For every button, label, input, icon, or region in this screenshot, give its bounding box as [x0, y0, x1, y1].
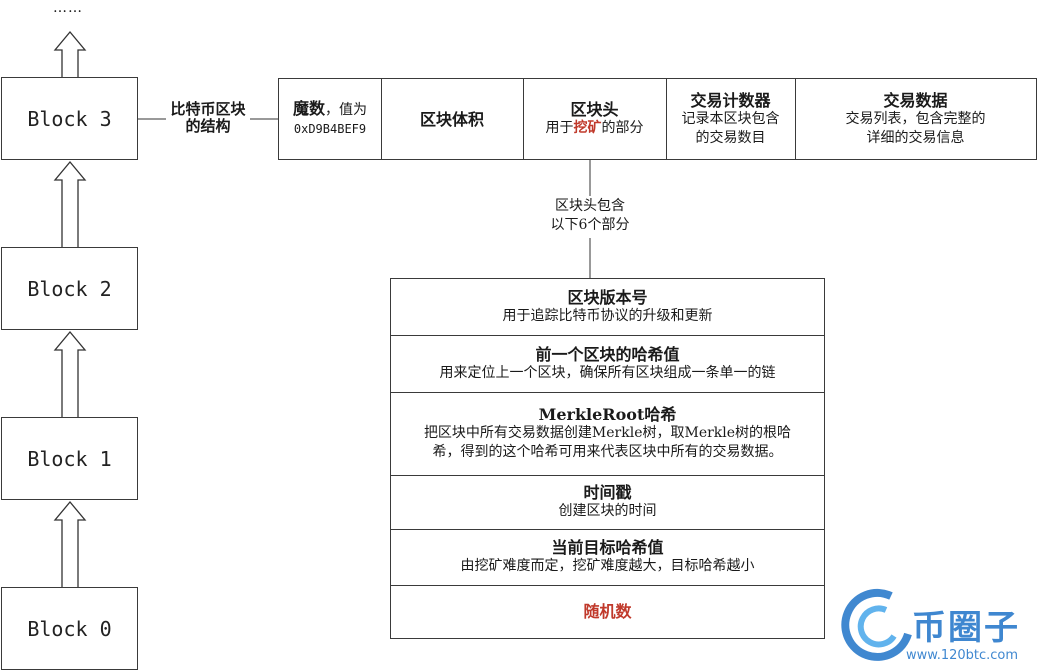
- tx-data-desc-1: 交易列表，包含完整的: [845, 110, 986, 127]
- part-desc: 用于追踪比特币协议的升级和更新: [502, 308, 713, 324]
- tx-counter-title: 交易计数器: [690, 90, 771, 110]
- arrow-block2-to-block3: [53, 160, 87, 247]
- part-title: 前一个区块的哈希值: [535, 344, 680, 364]
- part-title: 当前目标哈希值: [551, 538, 664, 557]
- structure-label-line2: 的结构: [185, 117, 231, 135]
- part-title: MerkleRoot哈希: [538, 405, 677, 424]
- cell-header: 区块头 用于挖矿的部分: [523, 79, 667, 159]
- tx-data-desc-2: 详细的交易信息: [866, 129, 965, 146]
- block-1: Block 1: [1, 417, 138, 500]
- header-desc-suffix: 的部分: [601, 120, 644, 136]
- magic-value: 0xD9B4BEF9: [293, 122, 367, 136]
- watermark: 币圈子 www.120btc.com: [836, 588, 1036, 670]
- arrow-up-top: [53, 30, 87, 77]
- part-nonce: 随机数: [391, 585, 824, 638]
- header-desc-prefix: 用于: [545, 120, 574, 136]
- part-prev-hash: 前一个区块的哈希值 用来定位上一个区块，确保所有区块组成一条单一的链: [391, 335, 824, 393]
- part-version: 区块版本号 用于追踪比特币协议的升级和更新: [391, 279, 824, 336]
- part-desc: 用来定位上一个区块，确保所有区块组成一条单一的链: [439, 364, 776, 381]
- cell-size: 区块体积: [381, 79, 524, 159]
- size-title: 区块体积: [419, 109, 484, 129]
- part-timestamp: 时间戳 创建区块的时间: [391, 475, 824, 530]
- watermark-url: www.120btc.com: [906, 648, 1019, 663]
- block-structure-table: 魔数，值为 0xD9B4BEF9 区块体积 区块头 用于挖矿的部分 交易计数器 …: [278, 78, 1037, 160]
- tx-counter-desc-1: 记录本区块包含: [681, 110, 780, 127]
- magic-title-suffix: ，值为: [325, 102, 367, 118]
- header-title: 区块头: [570, 100, 619, 119]
- watermark-logo-icon: [841, 588, 912, 661]
- header-note: 区块头包含 以下6个部分: [520, 197, 660, 235]
- structure-label: 比特币区块 的结构: [163, 101, 253, 135]
- part-desc: 由挖矿难度而定，挖矿难度越大，目标哈希越小: [460, 558, 755, 574]
- part-title: 区块版本号: [567, 288, 648, 307]
- watermark-brand: 币圈子: [912, 608, 1020, 648]
- header-desc-highlight: 挖矿: [573, 120, 602, 136]
- ellipsis: ……: [53, 0, 83, 16]
- block-0: Block 0: [1, 587, 138, 670]
- header-note-line1: 区块头包含: [555, 198, 625, 214]
- part-title: 时间戳: [583, 483, 632, 502]
- magic-title: 魔数: [292, 99, 325, 118]
- cell-tx-counter: 交易计数器 记录本区块包含 的交易数目: [666, 79, 796, 159]
- tx-data-title: 交易数据: [883, 90, 948, 110]
- block-3: Block 3: [1, 77, 138, 160]
- cell-tx-data: 交易数据 交易列表，包含完整的 详细的交易信息: [795, 79, 1036, 159]
- part-title: 随机数: [583, 602, 632, 621]
- part-merkle-root: MerkleRoot哈希 把区块中所有交易数据创建Merkle树，取Merkle…: [391, 392, 824, 476]
- header-parts-table: 区块版本号 用于追踪比特币协议的升级和更新 前一个区块的哈希值 用来定位上一个区…: [390, 278, 825, 639]
- structure-label-line1: 比特币区块: [170, 100, 246, 118]
- header-note-line2: 以下6个部分: [550, 217, 630, 233]
- arrow-block1-to-block2: [53, 330, 87, 417]
- arrow-block0-to-block1: [53, 500, 87, 587]
- part-desc-1: 把区块中所有交易数据创建Merkle树，取Merkle树的根哈: [423, 425, 792, 441]
- tx-counter-desc-2: 的交易数目: [695, 129, 766, 146]
- part-desc: 创建区块的时间: [558, 503, 657, 519]
- block-2: Block 2: [1, 247, 138, 330]
- part-target-hash: 当前目标哈希值 由挖矿难度而定，挖矿难度越大，目标哈希越小: [391, 529, 824, 586]
- cell-magic: 魔数，值为 0xD9B4BEF9: [279, 79, 382, 159]
- part-desc-2: 希，得到的这个哈希可用来代表区块中所有的交易数据。: [432, 444, 783, 460]
